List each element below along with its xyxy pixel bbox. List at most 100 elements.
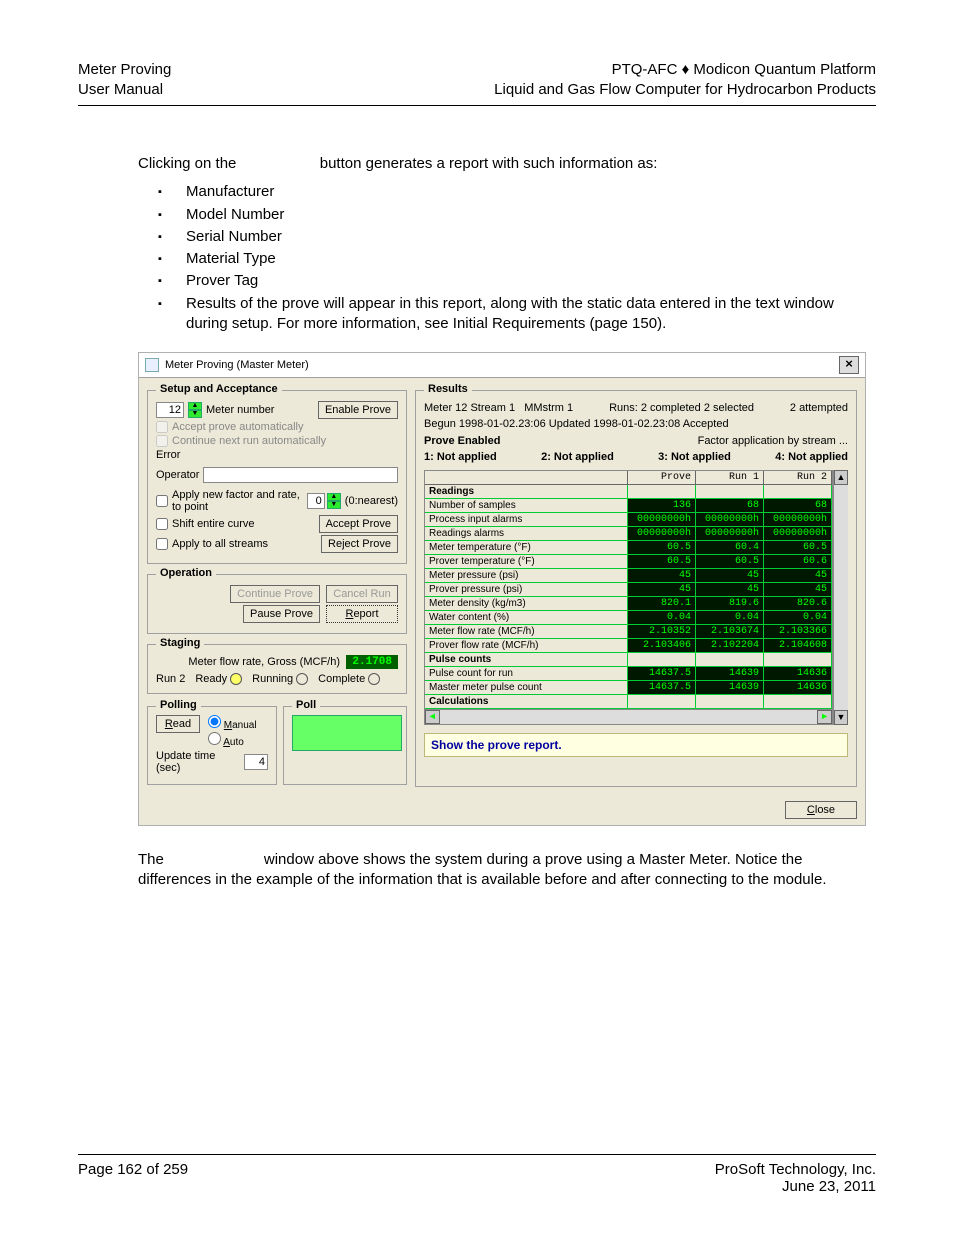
header-product-line1: PTQ-AFC ♦ Modicon Quantum Platform — [494, 60, 876, 80]
grid-header-run1: Run 1 — [696, 471, 764, 484]
pause-prove-button[interactable]: Pause Prove — [243, 605, 320, 623]
grid-cell: 60.5 — [628, 555, 696, 568]
read-button[interactable]: ReadRead — [156, 715, 200, 733]
results-timestamps: Begun 1998-01-02.23:06 Updated 1998-01-0… — [424, 417, 848, 431]
grid-row-label: Pulse count for run — [425, 667, 628, 680]
meter-number-input[interactable] — [156, 402, 184, 418]
enable-prove-button[interactable]: Enable Prove — [318, 401, 398, 419]
operation-group: Operation Continue Prove Cancel Run Paus… — [147, 574, 407, 634]
grid-row-label: Meter flow rate (MCF/h) — [425, 625, 628, 638]
grid-cell: 14639 — [696, 681, 764, 694]
grid-cell: 68 — [696, 499, 764, 512]
point-spinner[interactable]: ▲▼ — [327, 493, 341, 509]
bullet-item: Prover Tag — [158, 271, 866, 291]
app-status-2: 2: Not applied — [541, 450, 614, 464]
grid-cell: 60.6 — [764, 555, 832, 568]
grid-cell: 45 — [628, 569, 696, 582]
intro-para: Clicking on the button generates a repor… — [138, 154, 866, 174]
grid-cell: 00000000h — [628, 513, 696, 526]
grid-row: Meter density (kg/m3)820.1819.6820.6 — [425, 597, 832, 611]
grid-row-label: Meter density (kg/m3) — [425, 597, 628, 610]
footer-date: June 23, 2011 — [715, 1178, 876, 1195]
grid-cell: 00000000h — [696, 527, 764, 540]
scroll-down-icon[interactable]: ▼ — [834, 710, 848, 725]
grid-cell: 2.104608 — [764, 639, 832, 652]
grid-row: Pulse count for run14637.51463914636 — [425, 667, 832, 681]
bullet-item: Manufacturer — [158, 182, 866, 202]
grid-cell: 00000000h — [628, 527, 696, 540]
grid-cell: 45 — [628, 583, 696, 596]
cancel-run-button[interactable]: Cancel Run — [326, 585, 398, 603]
meter-number-label: Meter number — [206, 404, 274, 416]
vertical-scrollbar[interactable]: ▲ ▼ — [833, 470, 848, 725]
grid-header-run2: Run 2 — [764, 471, 832, 484]
grid-row: Water content (%)0.040.040.04 — [425, 611, 832, 625]
grid-cell: 00000000h — [764, 527, 832, 540]
grid-cell: 0.04 — [628, 611, 696, 624]
grid-row: Meter pressure (psi)454545 — [425, 569, 832, 583]
grid-cell: 00000000h — [764, 513, 832, 526]
apply-all-checkbox[interactable]: Apply to all streams — [156, 538, 268, 550]
results-meter: Meter 12 Stream 1 — [424, 402, 515, 414]
accept-auto-checkbox[interactable]: Accept prove automatically — [156, 421, 303, 433]
polling-group: Polling ReadRead ManualManual AutoAuto U… — [147, 706, 277, 785]
running-label: Running — [252, 673, 293, 685]
accept-prove-button[interactable]: Accept Prove — [319, 515, 398, 533]
scroll-up-icon[interactable]: ▲ — [834, 470, 848, 485]
grid-row-label: Water content (%) — [425, 611, 628, 624]
scroll-right-icon[interactable]: ► — [817, 710, 832, 724]
grid-row-label: Prover pressure (psi) — [425, 583, 628, 596]
page-footer: Page 162 of 259 ProSoft Technology, Inc.… — [78, 1154, 876, 1195]
grid-row-label: Meter pressure (psi) — [425, 569, 628, 582]
close-button[interactable]: × — [839, 356, 859, 374]
grid-cell: 0.04 — [696, 611, 764, 624]
grid-cell: 14636 — [764, 667, 832, 680]
grid-cell: 820.6 — [764, 597, 832, 610]
grid-row: Prover temperature (°F)60.560.560.6 — [425, 555, 832, 569]
horizontal-scrollbar[interactable]: ◄ ► — [425, 709, 832, 724]
grid-cell: 14637.5 — [628, 681, 696, 694]
continue-auto-checkbox[interactable]: Continue next run automatically — [156, 435, 326, 447]
operator-input[interactable] — [203, 467, 398, 483]
scroll-left-icon[interactable]: ◄ — [425, 710, 440, 724]
grid-row: Prover pressure (psi)454545 — [425, 583, 832, 597]
grid-cell: 136 — [628, 499, 696, 512]
grid-cell: 14636 — [764, 681, 832, 694]
grid-row: Meter temperature (°F)60.560.460.5 — [425, 541, 832, 555]
polling-legend: Polling — [156, 699, 201, 711]
results-attempted: 2 attempted — [790, 401, 848, 415]
grid-section: Pulse counts — [425, 653, 628, 666]
intro-para-b: button generates a report with such info… — [320, 155, 658, 172]
complete-led-icon — [368, 673, 380, 685]
continue-prove-button[interactable]: Continue Prove — [230, 585, 320, 603]
setup-group: Setup and Acceptance ▲▼ Meter number Ena… — [147, 390, 407, 564]
report-button[interactable]: RReporteport — [326, 605, 398, 623]
update-time-label: Update time (sec) — [156, 750, 240, 774]
meter-number-spinner[interactable]: ▲▼ — [188, 402, 202, 418]
intro-para-a: Clicking on the — [138, 155, 236, 172]
factor-app-label: Factor application by stream ... — [698, 434, 848, 448]
intro-bullets: Manufacturer Model Number Serial Number … — [138, 182, 866, 334]
close-dialog-button[interactable]: CloseClose — [785, 801, 857, 819]
footer-page-number: Page 162 of 259 — [78, 1161, 188, 1195]
update-time-input[interactable] — [244, 754, 268, 770]
shift-curve-checkbox[interactable]: Shift entire curve — [156, 518, 255, 530]
after-para: The window above shows the system during… — [138, 850, 866, 891]
staging-group: Staging Meter flow rate, Gross (MCF/h) 2… — [147, 644, 407, 694]
dialog-title: Meter Proving (Master Meter) — [165, 359, 833, 371]
grid-cell: 820.1 — [628, 597, 696, 610]
results-runs: Runs: 2 completed 2 selected — [609, 401, 754, 415]
poll-led-indicator — [292, 715, 402, 751]
show-report-link[interactable]: Show the prove report. — [424, 733, 848, 757]
apply-factor-checkbox[interactable]: Apply new factor and rate, to point — [156, 489, 303, 513]
complete-label: Complete — [318, 673, 365, 685]
grid-header-prove: Prove — [628, 471, 696, 484]
grid-cell: 0.04 — [764, 611, 832, 624]
run-label: Run 2 — [156, 673, 185, 685]
reject-prove-button[interactable]: Reject Prove — [321, 535, 398, 553]
polling-manual-radio[interactable]: ManualManual — [208, 715, 257, 731]
header-product-line2: Liquid and Gas Flow Computer for Hydroca… — [494, 80, 876, 100]
grid-row-label: Prover temperature (°F) — [425, 555, 628, 568]
polling-auto-radio[interactable]: AutoAuto — [208, 732, 257, 748]
point-input[interactable] — [307, 493, 325, 509]
